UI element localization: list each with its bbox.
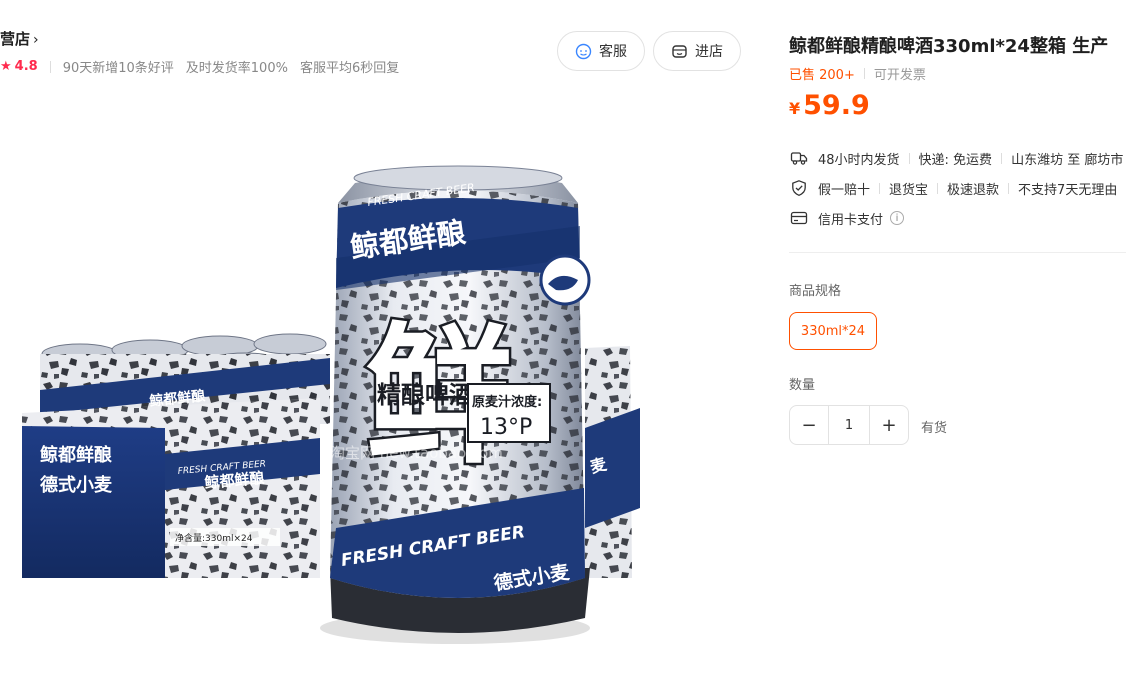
- shop-name: 营店: [0, 30, 31, 48]
- star-icon: ★: [0, 59, 12, 74]
- svg-text:净含量:330ml×24: 净含量:330ml×24: [175, 532, 253, 544]
- ship-time: 48小时内发货: [818, 152, 900, 168]
- divider: [789, 252, 1126, 253]
- stat-new-reviews: 90天新增10条好评: [62, 61, 174, 76]
- beer-can-illustration: FRESH CRAFT BEER 鲸都鲜酿 鲜 精酿啤酒 原麦汁浓度: 13°P…: [320, 165, 591, 644]
- increase-quantity-button[interactable]: +: [869, 406, 908, 444]
- enter-store-label: 进店: [695, 44, 723, 60]
- stock-status: 有货: [921, 421, 948, 436]
- svg-text:淘宝网 new.taobao.com: 淘宝网 new.taobao.com: [330, 444, 503, 462]
- guarantee-no-7day-return: 不支持7天无理由: [1018, 182, 1118, 198]
- chevron-right-icon: ›: [33, 32, 39, 48]
- credit-card-icon: [789, 208, 809, 228]
- guarantee-row[interactable]: 假一赔十 退货宝 极速退款 不支持7天无理由: [789, 178, 1117, 198]
- price: ¥ 59.9: [789, 90, 870, 121]
- svg-text:精酿啤酒: 精酿啤酒: [377, 381, 473, 409]
- svg-text:德式小麦: 德式小麦: [40, 474, 113, 496]
- store-icon: [671, 43, 688, 60]
- divider: [49, 60, 51, 73]
- ship-route[interactable]: 山东潍坊 至 廊坊市: [1011, 149, 1123, 168]
- payment-row: 信用卡支付 i: [789, 208, 905, 228]
- stat-reply-time: 客服平均6秒回复: [299, 61, 400, 76]
- info-icon[interactable]: i: [890, 211, 905, 225]
- product-main-image: 鲸都鲜酿 鲸都鲜酿 德式小麦 FRESH CRAFT BEER 鲸都鲜酿 净含量…: [0, 108, 745, 682]
- shop-name-link[interactable]: 营店 ›: [0, 28, 39, 49]
- shield-icon: [789, 178, 809, 198]
- invoice-info: 可开发票: [873, 68, 926, 83]
- quantity-stepper: − 1 +: [789, 405, 909, 445]
- chat-icon: [575, 43, 592, 60]
- guarantee-return-insurance: 退货宝: [889, 182, 929, 198]
- enter-store-button[interactable]: 进店: [653, 31, 741, 71]
- shipping-row: 48小时内发货 快递: 免运费 山东潍坊 至 廊坊市: [789, 148, 1123, 168]
- divider: [879, 182, 881, 194]
- credit-card-payment: 信用卡支付: [818, 212, 884, 228]
- product-title: 鲸都鲜酿精酿啤酒330ml*24整箱 生产: [789, 36, 1109, 57]
- guarantee-fast-refund: 极速退款: [947, 182, 1000, 198]
- decrease-quantity-button[interactable]: −: [790, 406, 829, 444]
- divider: [1001, 152, 1003, 164]
- stat-ship-rate: 及时发货率100%: [185, 61, 288, 76]
- customer-service-label: 客服: [599, 44, 627, 60]
- truck-icon: [789, 148, 809, 168]
- divider: [937, 182, 939, 194]
- divider: [1008, 182, 1010, 194]
- svg-text:原麦汁浓度:: 原麦汁浓度:: [472, 394, 542, 410]
- quantity-label: 数量: [789, 378, 816, 393]
- divider: [908, 152, 910, 164]
- guarantee-fake-compensation: 假一赔十: [818, 182, 871, 198]
- sales-row: 已售 200+ 可开发票: [789, 64, 926, 83]
- price-value: 59.9: [803, 90, 870, 121]
- spec-label: 商品规格: [789, 284, 842, 299]
- svg-text:鲸都鲜酿: 鲸都鲜酿: [40, 444, 112, 466]
- spec-option-330ml-24[interactable]: 330ml*24: [789, 312, 877, 350]
- divider: [863, 68, 865, 79]
- customer-service-button[interactable]: 客服: [557, 31, 645, 71]
- svg-text:13°P: 13°P: [480, 415, 532, 440]
- sold-count: 已售 200+: [789, 68, 855, 83]
- shop-rating: 4.8: [14, 59, 38, 74]
- quantity-input[interactable]: 1: [829, 406, 869, 444]
- ship-fee: 快递: 免运费: [918, 152, 993, 168]
- shop-stats: ★ 4.8 90天新增10条好评 及时发货率100% 客服平均6秒回复: [0, 57, 411, 76]
- currency-symbol: ¥: [789, 99, 801, 118]
